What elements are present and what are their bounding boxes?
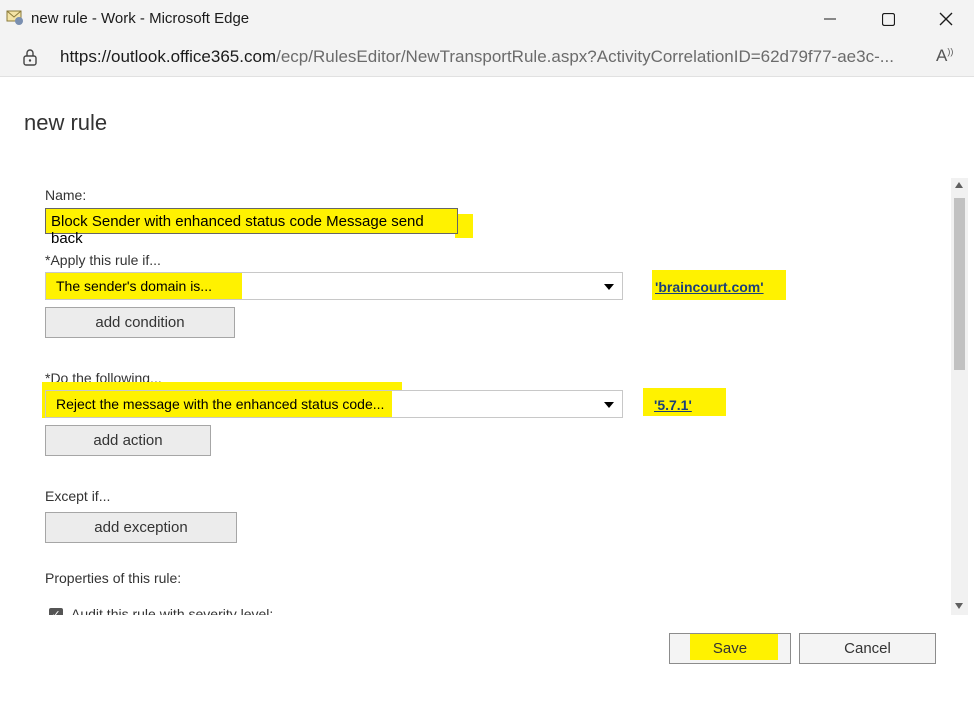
url-text[interactable]: https://outlook.office365.com/ecp/RulesE… [60,47,920,67]
action-value: Reject the message with the enhanced sta… [46,391,393,417]
add-action-button[interactable]: add action [45,425,211,456]
scroll-up-arrow-icon[interactable] [955,182,963,188]
except-label: Except if... [45,488,111,504]
scrollbar-thumb[interactable] [954,198,965,370]
name-label: Name: [45,187,87,203]
action-dropdown[interactable]: Reject the message with the enhanced sta… [45,390,623,418]
form-scrollbar[interactable] [951,178,968,615]
audit-row-clipped: ✓ Audit this rule with severity level: [40,600,340,615]
condition-domain-link[interactable]: 'braincourt.com' [655,279,764,295]
maximize-button[interactable] [866,4,910,34]
add-exception-button[interactable]: add exception [45,512,237,543]
read-aloud-icon[interactable]: A)) [936,46,953,66]
scroll-down-arrow-icon[interactable] [955,603,963,609]
url-host: https://outlook.office365.com [60,47,277,66]
maximize-icon [881,12,895,26]
lock-icon[interactable] [22,48,38,66]
properties-label: Properties of this rule: [45,570,182,586]
rule-name-input[interactable]: Block Sender with enhanced status code M… [45,208,458,247]
add-condition-button[interactable]: add condition [45,307,235,338]
minimize-icon [824,18,836,20]
browser-title-bar: new rule - Work - Microsoft Edge [0,0,974,38]
outlook-envelope-icon [6,10,23,25]
chevron-down-icon [604,284,614,290]
audit-label: Audit this rule with severity level: [71,606,274,615]
close-icon [939,12,953,26]
page-title: new rule [24,110,108,135]
save-label: Save [712,640,748,657]
chevron-down-icon [604,402,614,408]
close-window-button[interactable] [924,4,968,34]
condition-value: The sender's domain is... [46,273,242,299]
condition-dropdown[interactable]: The sender's domain is... [45,272,623,300]
apply-rule-label: *Apply this rule if... [45,252,161,268]
address-bar[interactable]: https://outlook.office365.com/ecp/RulesE… [0,38,974,77]
audit-checkbox[interactable]: ✓ [49,608,63,615]
minimize-button[interactable] [808,4,852,34]
cancel-button[interactable]: Cancel [799,633,936,664]
save-button[interactable]: Save [669,633,791,664]
status-code-link[interactable]: '5.7.1' [654,397,692,413]
window-title: new rule - Work - Microsoft Edge [31,10,250,27]
url-path: /ecp/RulesEditor/NewTransportRule.aspx?A… [276,47,894,66]
